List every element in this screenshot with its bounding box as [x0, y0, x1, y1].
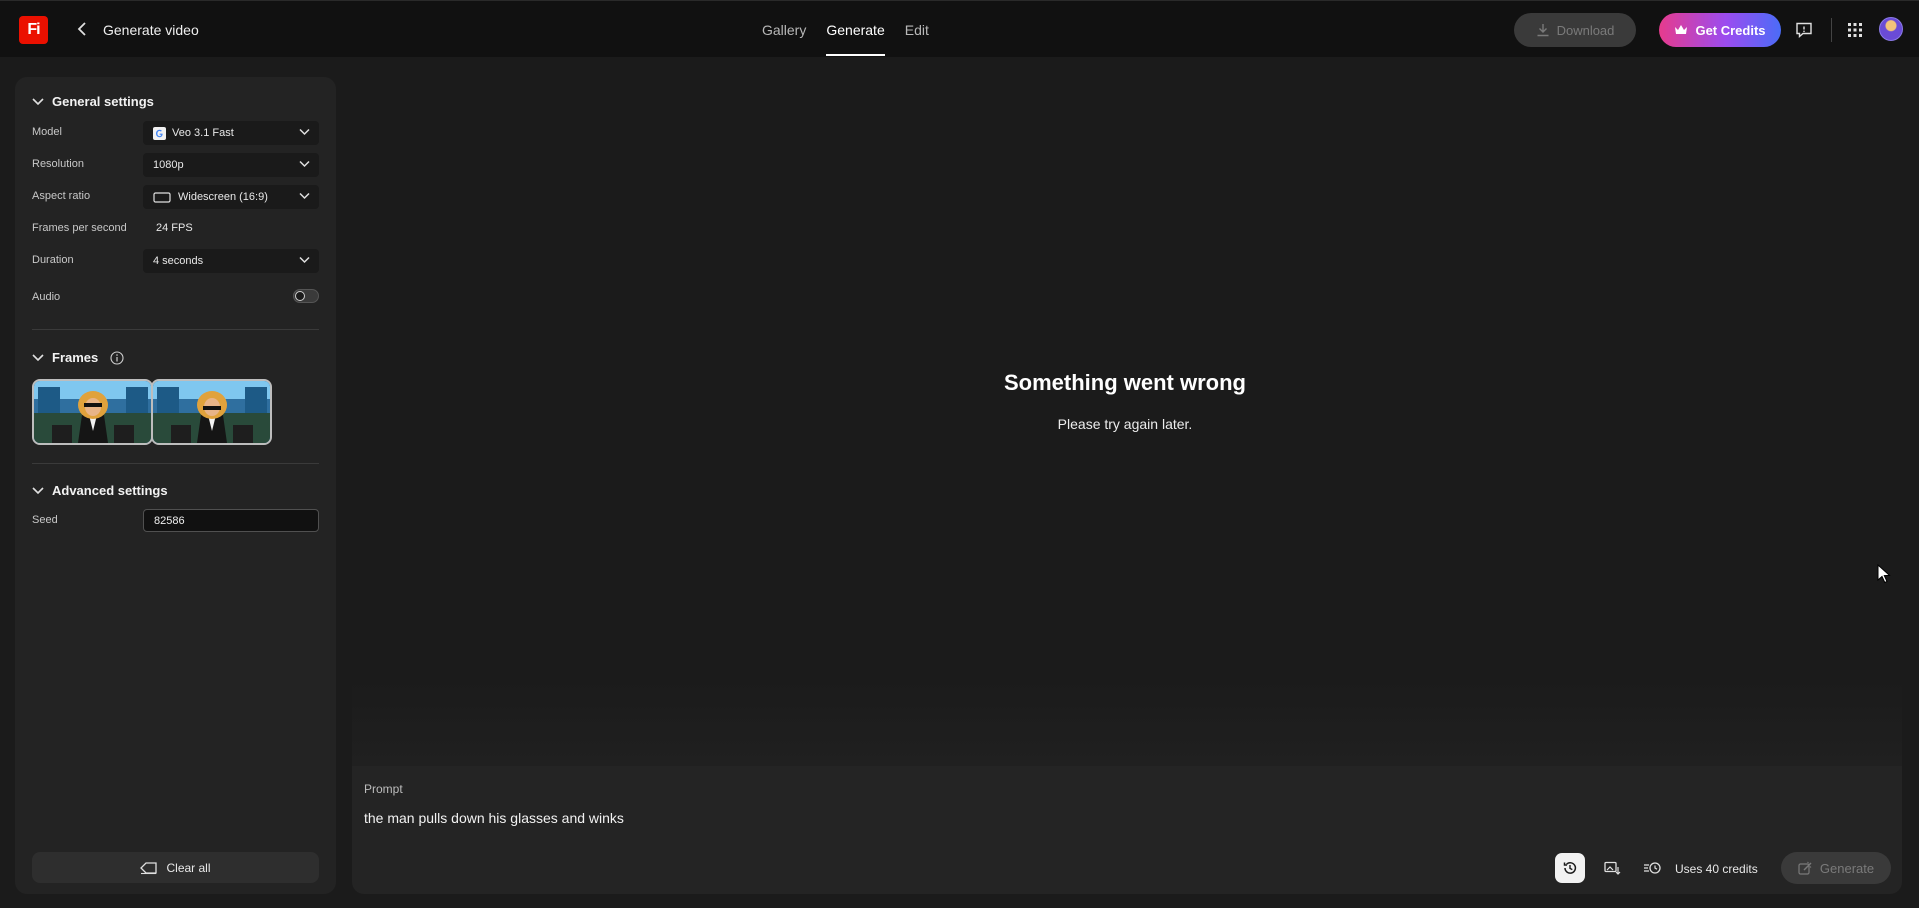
error-message: Please try again later. — [1057, 416, 1193, 432]
tab-gallery[interactable]: Gallery — [752, 1, 816, 58]
audio-label: Audio — [32, 291, 61, 303]
fps-label: Frames per second — [32, 222, 127, 234]
app-logo[interactable]: Fi — [19, 16, 48, 44]
advanced-settings-header[interactable]: Advanced settings — [32, 483, 168, 498]
canvas-bottom-fade — [352, 680, 1902, 766]
widescreen-icon — [153, 191, 171, 203]
prompt-panel: Prompt the man pulls down his glasses an… — [352, 766, 1902, 894]
credits-icon — [1644, 862, 1661, 874]
duration-label: Duration — [32, 254, 74, 266]
general-settings-header[interactable]: General settings — [32, 94, 154, 109]
prompt-history-button[interactable] — [1555, 853, 1585, 883]
fps-value: 24 FPS — [156, 222, 193, 234]
clear-all-label: Clear all — [166, 860, 211, 875]
prompt-label: Prompt — [364, 782, 403, 796]
chevron-down-icon — [32, 486, 44, 494]
apps-button[interactable] — [1843, 18, 1867, 42]
eraser-icon — [140, 861, 158, 874]
get-credits-button[interactable]: Get Credits — [1659, 13, 1781, 47]
back-button[interactable] — [72, 18, 92, 40]
duration-value: 4 seconds — [153, 255, 204, 267]
start-frame-thumbnail[interactable] — [32, 379, 153, 445]
aspect-ratio-label: Aspect ratio — [32, 190, 91, 202]
clear-all-button[interactable]: Clear all — [32, 852, 319, 883]
seed-label: Seed — [32, 514, 58, 526]
info-icon[interactable] — [110, 350, 124, 365]
chevron-down-icon — [299, 256, 310, 264]
end-frame-thumbnail[interactable] — [151, 379, 272, 445]
aspect-ratio-value: Widescreen (16:9) — [178, 191, 268, 203]
chat-bubble-icon — [1796, 22, 1812, 39]
chevron-down-icon — [299, 192, 310, 200]
resolution-label: Resolution — [32, 158, 84, 170]
frame-image — [153, 381, 270, 443]
tab-edit[interactable]: Edit — [895, 1, 939, 58]
download-button[interactable]: Download — [1514, 13, 1636, 47]
seed-input[interactable] — [143, 509, 319, 532]
resolution-select[interactable]: 1080p — [143, 153, 319, 177]
style-reference-button[interactable] — [1597, 853, 1627, 883]
aspect-ratio-select[interactable]: Widescreen (16:9) — [143, 185, 319, 209]
google-icon — [153, 126, 166, 140]
toggle-knob — [295, 291, 305, 301]
frame-image — [34, 381, 151, 443]
credits-usage: Uses 40 credits — [1675, 862, 1758, 876]
chevron-down-icon — [299, 160, 310, 168]
user-avatar[interactable] — [1879, 17, 1903, 41]
model-value: Veo 3.1 Fast — [172, 127, 234, 139]
section-divider — [32, 329, 319, 330]
page-title: Generate video — [103, 22, 199, 38]
get-credits-label: Get Credits — [1695, 22, 1766, 38]
settings-sidebar: General settings Model Veo 3.1 Fast Reso… — [15, 77, 336, 894]
credits-info-button[interactable] — [1637, 853, 1667, 883]
chevron-down-icon — [299, 128, 310, 136]
sparkle-edit-icon — [1798, 861, 1812, 875]
download-label: Download — [1556, 22, 1615, 38]
section-divider — [32, 463, 319, 464]
generate-label: Generate — [1819, 860, 1875, 876]
model-label: Model — [32, 126, 62, 138]
frames-header[interactable]: Frames — [32, 350, 124, 365]
prompt-input[interactable]: the man pulls down his glasses and winks — [364, 810, 624, 826]
model-select[interactable]: Veo 3.1 Fast — [143, 121, 319, 145]
chevron-down-icon — [32, 353, 44, 361]
general-settings-title: General settings — [52, 94, 154, 109]
image-settings-icon — [1603, 861, 1620, 875]
download-icon — [1537, 24, 1549, 37]
crown-icon — [1675, 25, 1688, 34]
duration-select[interactable]: 4 seconds — [143, 249, 319, 273]
main-nav: Gallery Generate Edit — [752, 1, 939, 58]
mouse-cursor-icon — [1877, 564, 1891, 584]
advanced-settings-title: Advanced settings — [52, 483, 168, 498]
chevron-left-icon — [77, 22, 86, 36]
chevron-down-icon — [32, 97, 44, 105]
app-grid-icon — [1848, 23, 1862, 37]
frames-title: Frames — [52, 350, 99, 365]
resolution-value: 1080p — [153, 159, 184, 171]
history-icon — [1563, 862, 1577, 874]
logo-text: Fi — [27, 21, 40, 38]
error-title: Something went wrong — [1004, 370, 1246, 395]
top-bar: Fi Generate video Gallery Generate Edit … — [0, 0, 1919, 57]
generate-button[interactable]: Generate — [1781, 852, 1891, 884]
tab-generate[interactable]: Generate — [816, 1, 894, 58]
feedback-button[interactable] — [1792, 18, 1816, 42]
audio-toggle[interactable] — [293, 289, 319, 303]
header-divider — [1831, 18, 1832, 42]
